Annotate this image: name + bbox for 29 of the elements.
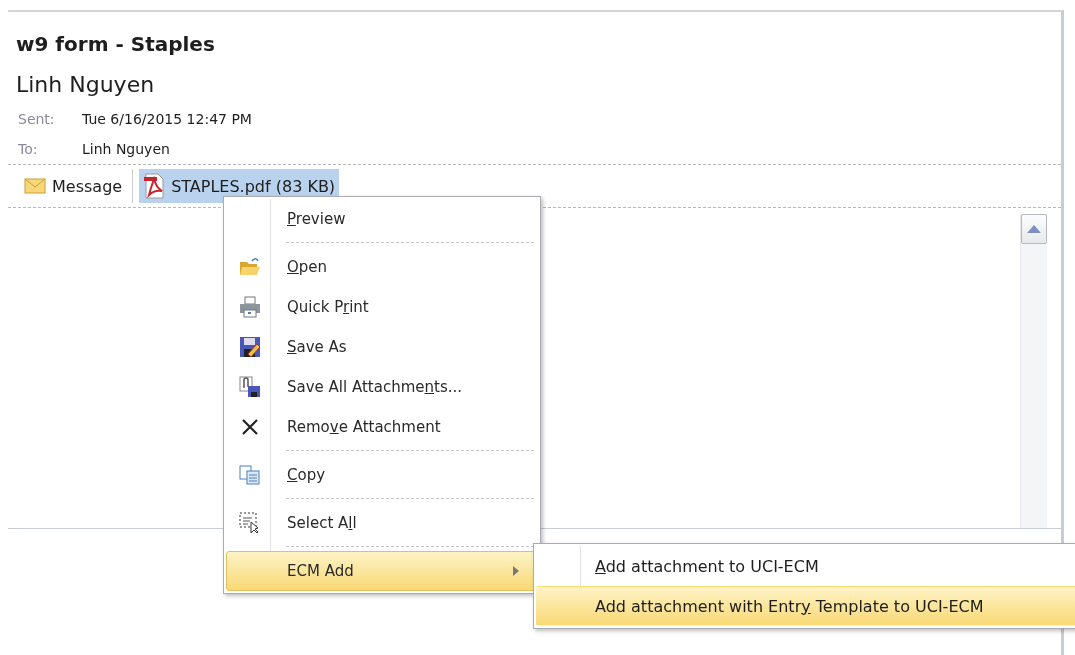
attachment-tab[interactable]: Message <box>20 169 127 203</box>
scrollbar[interactable] <box>1020 214 1047 528</box>
pdf-icon <box>143 173 166 199</box>
select-all-icon <box>239 512 261 534</box>
menu-item[interactable]: Add attachment to UCI-ECM <box>536 546 1075 586</box>
field-value: Tue 6/16/2015 12:47 PM <box>82 111 252 127</box>
message-subject: w9 form - Staples <box>16 32 216 58</box>
field-label: To: <box>17 141 39 157</box>
scroll-up-button[interactable] <box>1021 214 1047 244</box>
menu-item[interactable]: Quick Print <box>226 287 538 327</box>
folder-icon <box>239 257 261 277</box>
menu-item[interactable]: Remove Attachment <box>226 407 538 447</box>
menu-item[interactable]: Add attachment with Entry Template to UCI-ECM <box>536 586 1075 626</box>
menu-item[interactable]: Select All <box>226 503 538 543</box>
menu-item[interactable]: Save As <box>226 327 538 367</box>
printer-icon <box>239 296 261 318</box>
save-as-icon <box>239 336 261 358</box>
field-value: Linh Nguyen <box>82 141 170 157</box>
envelope-icon <box>24 178 46 194</box>
paperclip-disk-icon <box>239 376 261 398</box>
field-label: Sent: <box>17 111 56 127</box>
menu-item[interactable]: Copy <box>226 455 538 495</box>
menu-item[interactable]: Open <box>226 247 538 287</box>
copy-icon <box>239 465 261 485</box>
close-icon <box>241 418 259 436</box>
attachment-tab[interactable]: STAPLES.pdf (83 KB) <box>139 169 340 203</box>
up-arrow-icon <box>1027 225 1041 233</box>
menu-item[interactable]: Save All Attachments... <box>226 367 538 407</box>
sender-name: Linh Nguyen <box>16 72 156 99</box>
